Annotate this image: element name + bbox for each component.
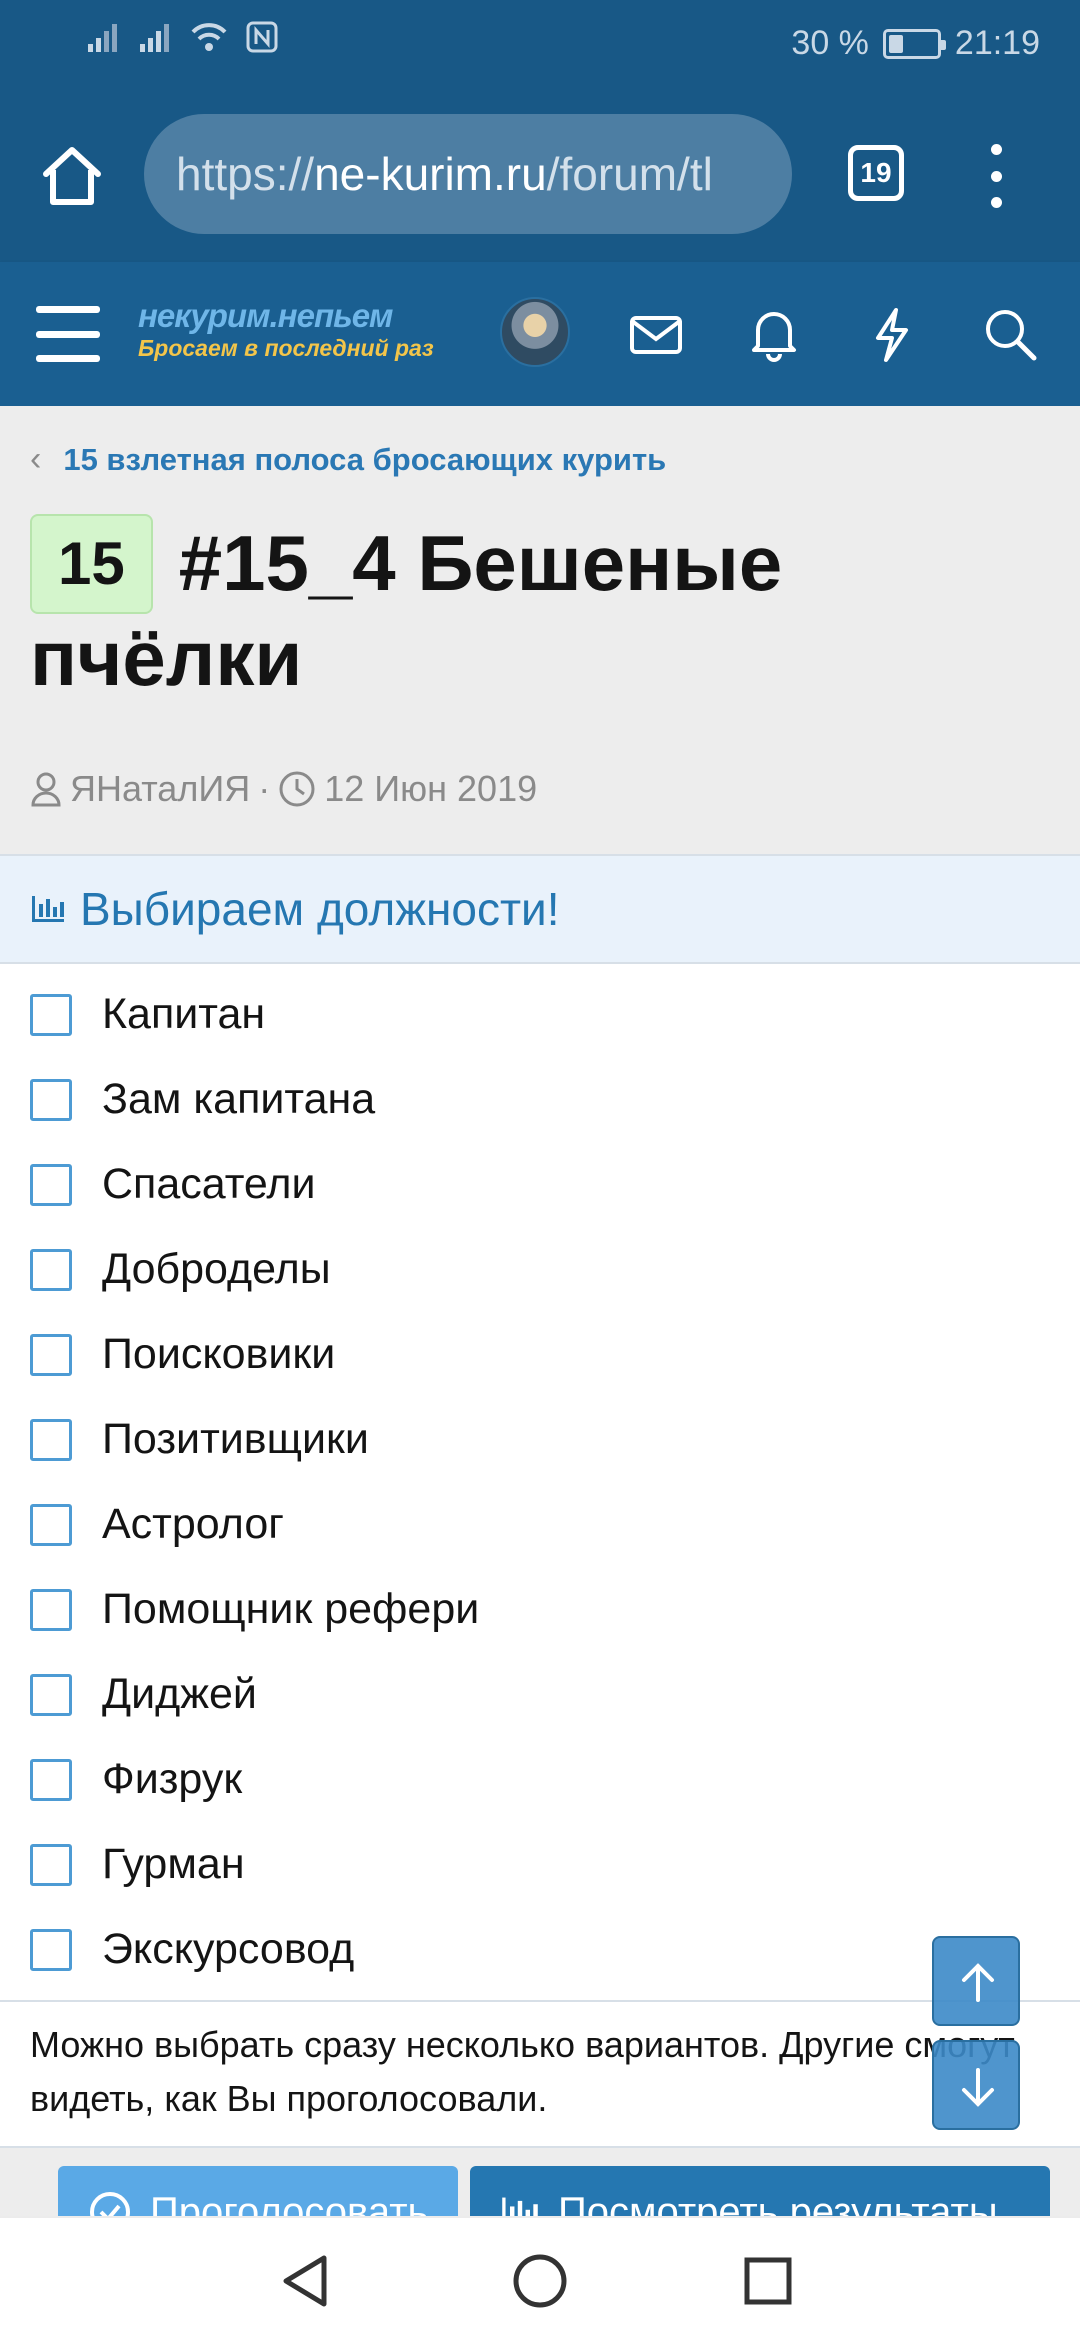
poll-option[interactable]: Поисковики bbox=[0, 1312, 1080, 1397]
poll-option-label: Гурман bbox=[102, 1840, 245, 1888]
poll-hint: Можно выбрать сразу несколько вариантов.… bbox=[0, 2000, 1080, 2148]
poll-option-label: Помощник рефери bbox=[102, 1585, 480, 1633]
chevron-left-icon: ‹ bbox=[30, 440, 42, 478]
poll-option-checkbox[interactable] bbox=[30, 1503, 72, 1546]
thread-meta: ЯНаталИЯ · 12 Июн 2019 bbox=[30, 768, 537, 810]
url-scheme: https:// bbox=[176, 148, 315, 200]
poll-option[interactable]: Зам капитана bbox=[0, 1057, 1080, 1142]
mail-icon[interactable] bbox=[624, 302, 688, 366]
poll-option[interactable]: Доброделы bbox=[0, 1227, 1080, 1312]
page-title: 15 #15_4 Бешеные пчёлки bbox=[30, 514, 1050, 702]
site-logo[interactable]: некурим.непьем Бросаем в последний раз bbox=[138, 298, 448, 362]
logo-title: некурим.непьем bbox=[138, 297, 393, 334]
breadcrumb[interactable]: ‹ 15 взлетная полоса бросающих курить bbox=[30, 440, 666, 479]
poll-title: Выбираем должности! bbox=[80, 883, 560, 935]
user-icon bbox=[31, 772, 61, 807]
poll-option-checkbox[interactable] bbox=[30, 1333, 72, 1376]
poll-option-label: Поисковики bbox=[102, 1330, 336, 1378]
poll-option-label: Позитивщики bbox=[102, 1415, 369, 1463]
thread-header: ‹ 15 взлетная полоса бросающих курить 15… bbox=[0, 406, 1080, 854]
poll-option-label: Капитан bbox=[102, 990, 266, 1038]
battery-icon bbox=[882, 28, 946, 59]
thread-prefix-badge[interactable]: 15 bbox=[30, 514, 153, 614]
clock: 21:19 bbox=[954, 24, 1040, 62]
poll-option-label: Зам капитана bbox=[102, 1075, 376, 1123]
poll-option[interactable]: Гурман bbox=[0, 1822, 1080, 1907]
recents-icon[interactable] bbox=[733, 2246, 803, 2316]
vote-button[interactable]: Проголосовать bbox=[58, 2166, 458, 2216]
poll-option[interactable]: Астролог bbox=[0, 1482, 1080, 1567]
bell-icon[interactable] bbox=[742, 302, 806, 366]
poll-option[interactable]: Помощник рефери bbox=[0, 1567, 1080, 1652]
poll-option-label: Экскурсовод bbox=[102, 1925, 355, 1973]
poll-option[interactable]: Экскурсовод bbox=[0, 1907, 1080, 1992]
poll-option[interactable]: Физрук bbox=[0, 1737, 1080, 1822]
signal-icon bbox=[88, 24, 117, 52]
poll-options: Капитан Зам капитана Спасатели Доброделы Пои… bbox=[0, 964, 1080, 1992]
url-host: ne-kurim.ru bbox=[314, 148, 547, 200]
signal-icon-2 bbox=[140, 24, 169, 52]
poll-option-label: Диджей bbox=[102, 1670, 257, 1718]
clock-icon bbox=[279, 771, 315, 807]
tab-switcher-button[interactable]: 19 bbox=[848, 145, 904, 201]
nfc-icon bbox=[246, 21, 278, 53]
logo-tagline: Бросаем в последний раз bbox=[138, 335, 434, 361]
arrow-down-icon bbox=[962, 2068, 994, 2107]
search-icon[interactable] bbox=[978, 302, 1042, 366]
scroll-bottom-button[interactable] bbox=[932, 2040, 1020, 2130]
poll-option-checkbox[interactable] bbox=[30, 1758, 72, 1801]
user-avatar[interactable] bbox=[500, 297, 570, 367]
scroll-top-button[interactable] bbox=[932, 1936, 1020, 2026]
battery-percent: 30 % bbox=[791, 24, 869, 62]
poll-option-checkbox[interactable] bbox=[30, 1418, 72, 1461]
status-bar: 30 % 21:19 bbox=[0, 0, 1080, 92]
poll-option-checkbox[interactable] bbox=[30, 1588, 72, 1631]
poll-option[interactable]: Позитивщики bbox=[0, 1397, 1080, 1482]
poll-option-checkbox[interactable] bbox=[30, 1163, 72, 1206]
view-results-label: Посмотреть результаты bbox=[558, 2190, 998, 2216]
menu-icon[interactable] bbox=[36, 306, 100, 362]
arrow-up-icon bbox=[962, 1963, 994, 2002]
browser-toolbar: https://ne-kurim.ru/forum/tl 19 bbox=[0, 92, 1080, 262]
poll-option-checkbox[interactable] bbox=[30, 1843, 72, 1886]
back-icon[interactable] bbox=[272, 2246, 342, 2316]
poll-header: Выбираем должности! bbox=[0, 854, 1080, 964]
poll-option-checkbox[interactable] bbox=[30, 993, 72, 1036]
poll-option-checkbox[interactable] bbox=[30, 1078, 72, 1121]
poll-option-checkbox[interactable] bbox=[30, 1673, 72, 1716]
meta-separator: · bbox=[258, 768, 271, 809]
url-path: /forum/tl bbox=[546, 148, 713, 200]
poll-actions: Проголосовать Посмотреть результаты bbox=[0, 2148, 1080, 2216]
home-nav-icon[interactable] bbox=[505, 2246, 575, 2316]
poll-option-label: Астролог bbox=[102, 1500, 284, 1548]
browser-menu-button[interactable] bbox=[978, 144, 1014, 208]
thread-date[interactable]: 12 Июн 2019 bbox=[324, 768, 537, 810]
system-nav-bar bbox=[0, 2216, 1080, 2340]
thread-author[interactable]: ЯНаталИЯ bbox=[70, 768, 250, 810]
poll-option[interactable]: Диджей bbox=[0, 1652, 1080, 1737]
breadcrumb-link[interactable]: 15 взлетная полоса бросающих курить bbox=[63, 442, 666, 478]
poll-option-checkbox[interactable] bbox=[30, 1248, 72, 1291]
home-icon[interactable] bbox=[38, 142, 106, 210]
battery-fill bbox=[888, 34, 903, 53]
check-circle-icon bbox=[90, 2192, 130, 2216]
poll-option-label: Физрук bbox=[102, 1755, 243, 1803]
lightning-icon[interactable] bbox=[860, 302, 924, 366]
site-header: некурим.непьем Бросаем в последний раз bbox=[0, 262, 1080, 406]
view-results-button[interactable]: Посмотреть результаты bbox=[470, 2166, 1050, 2216]
url-bar[interactable]: https://ne-kurim.ru/forum/tl bbox=[144, 114, 792, 234]
bar-chart-icon bbox=[502, 2197, 538, 2216]
poll-option-checkbox[interactable] bbox=[30, 1928, 72, 1971]
vote-button-label: Проголосовать bbox=[150, 2190, 429, 2216]
poll-option-label: Спасатели bbox=[102, 1160, 316, 1208]
bar-chart-icon bbox=[32, 896, 64, 922]
page-content: ‹ 15 взлетная полоса бросающих курить 15… bbox=[0, 406, 1080, 2216]
poll-option[interactable]: Капитан bbox=[0, 972, 1080, 1057]
poll-option[interactable]: Спасатели bbox=[0, 1142, 1080, 1227]
wifi-icon bbox=[191, 23, 227, 51]
poll-option-label: Доброделы bbox=[102, 1245, 331, 1293]
